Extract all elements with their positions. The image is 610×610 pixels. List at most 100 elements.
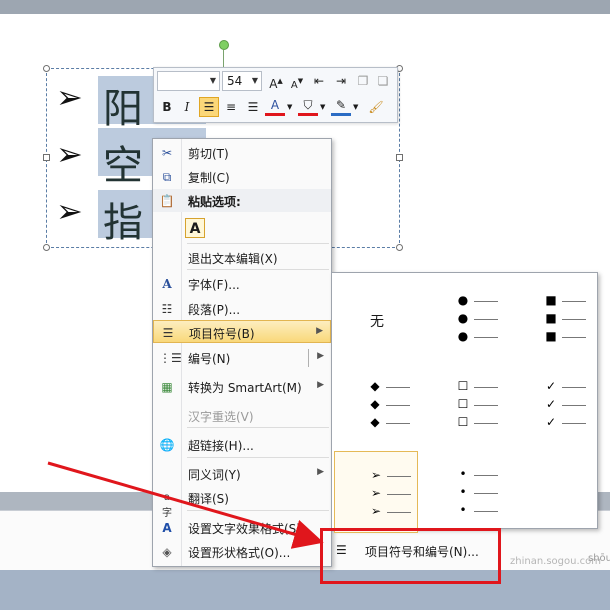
- numbering-icon: ⋮☰: [159, 351, 182, 365]
- increase-indent-button[interactable]: ⇥: [331, 71, 351, 91]
- shrink-font-button[interactable]: A▼: [287, 71, 307, 91]
- bullet-style-diamond[interactable]: ◆ ◆ ◆: [334, 361, 418, 443]
- arrange-button[interactable]: ❐: [353, 71, 373, 91]
- bullet-style-small-dot[interactable]: • • •: [422, 451, 506, 533]
- menu-item-label: 字体(F)...: [188, 278, 240, 292]
- font-color-button[interactable]: A: [265, 97, 285, 116]
- bullet-symbol: ✓: [545, 397, 557, 411]
- menu-separator: [187, 269, 329, 270]
- align-right-button[interactable]: ☰: [243, 97, 263, 117]
- bullet-style-filled-round[interactable]: ● ● ●: [422, 275, 506, 357]
- smartart-icon: ▦: [161, 380, 173, 394]
- context-menu: ✂ 剪切(T) ⧉ 复制(C) 📋 粘贴选项: A 退出文本编辑(X) A 字体…: [152, 138, 332, 567]
- resize-handle-nw[interactable]: [43, 65, 50, 72]
- chevron-down-icon[interactable]: ▼: [252, 76, 258, 85]
- bullet-style-check[interactable]: ✓ ✓ ✓: [510, 361, 594, 443]
- paste-keep-text-only-button[interactable]: A: [185, 218, 205, 238]
- bullet-text[interactable]: 阳: [103, 76, 143, 134]
- copy-icon: ⧉: [162, 170, 172, 184]
- bullet-marker: ➢: [56, 78, 83, 116]
- menu-item-shape-format[interactable]: ◈ 设置形状格式(O)...: [153, 540, 331, 563]
- menu-item-label: 设置形状格式(O)...: [188, 546, 291, 560]
- font-size-combo[interactable]: 54 ▼: [222, 71, 262, 91]
- bullet-symbol: •: [459, 503, 467, 517]
- font-size-value: 54: [227, 74, 243, 88]
- bullet-style-arrow[interactable]: ➢ ➢ ➢: [334, 451, 418, 533]
- italic-button[interactable]: I: [177, 97, 197, 117]
- chevron-down-icon[interactable]: ▼: [320, 103, 325, 111]
- submenu-arrow-icon: ▶: [317, 351, 324, 361]
- bullet-style-none[interactable]: 无: [334, 275, 418, 357]
- menu-item-label: 剪切(T): [188, 147, 229, 161]
- status-bar: [0, 570, 610, 610]
- grow-font-button[interactable]: A▲: [266, 71, 286, 91]
- menu-item-cut[interactable]: ✂ 剪切(T): [153, 141, 331, 164]
- font-name-combo[interactable]: ▼: [157, 71, 220, 91]
- menu-item-convert-smartart[interactable]: ▦ 转换为 SmartArt(M) ▶: [153, 375, 331, 398]
- scissors-icon: ✂: [161, 146, 173, 160]
- format-painter-button[interactable]: 🖌: [366, 97, 386, 117]
- chevron-down-icon[interactable]: ▼: [287, 103, 292, 111]
- annotation-highlight-box: [320, 528, 501, 584]
- bullets-icon: ☰: [162, 326, 174, 340]
- watermark-mark: shōuchē: [588, 553, 610, 564]
- menu-item-copy[interactable]: ⧉ 复制(C): [153, 165, 331, 188]
- fill-color-button[interactable]: ⛉: [298, 97, 318, 116]
- menu-separator: [187, 427, 329, 428]
- bullet-style-hollow-square[interactable]: ☐ ☐ ☐: [422, 361, 506, 443]
- menu-item-label: 退出文本编辑(X): [188, 252, 278, 266]
- resize-handle-e[interactable]: [396, 154, 403, 161]
- menu-item-label: 复制(C): [188, 171, 230, 185]
- hyperlink-icon: 🌐: [159, 438, 175, 452]
- bullet-symbol: ☐: [457, 379, 469, 393]
- bullet-none-label: 无: [370, 314, 384, 330]
- menu-item-label: 编号(N): [188, 352, 231, 366]
- resize-handle-w[interactable]: [43, 154, 50, 161]
- menu-item-label: 汉字重选(V): [188, 410, 254, 424]
- bullet-symbol: ■: [545, 293, 557, 307]
- menu-item-numbering[interactable]: ⋮☰ 编号(N) ▶: [153, 346, 331, 369]
- menu-item-font[interactable]: A 字体(F)...: [153, 272, 331, 295]
- font-icon: A: [162, 277, 172, 291]
- bullet-text[interactable]: 空: [103, 133, 143, 191]
- window-top-strip: [0, 0, 610, 14]
- menu-item-label: 同义词(Y): [188, 468, 241, 482]
- bullet-symbol: ☐: [457, 397, 469, 411]
- menu-item-bullets[interactable]: ☰ 项目符号(B) ▶: [153, 320, 331, 343]
- outline-color-button[interactable]: ✎: [331, 97, 351, 116]
- bullet-symbol: ☐: [457, 415, 469, 429]
- menu-item-translate[interactable]: a字 翻译(S): [153, 486, 331, 519]
- center-button[interactable]: ≡: [221, 97, 241, 117]
- shape-style-button[interactable]: ❏: [373, 71, 393, 91]
- menu-separator: [187, 457, 329, 458]
- chevron-down-icon[interactable]: ▼: [210, 76, 216, 85]
- bullet-symbol: ●: [457, 311, 469, 325]
- bold-button[interactable]: B: [157, 97, 177, 117]
- bullet-symbol: ✓: [545, 415, 557, 429]
- menu-separator: [187, 510, 329, 511]
- bullet-symbol: ●: [457, 329, 469, 343]
- bullet-text[interactable]: 指: [103, 190, 143, 248]
- menu-header-paste-options: 📋 粘贴选项:: [153, 189, 331, 212]
- bullet-symbol: ■: [545, 311, 557, 325]
- decrease-indent-button[interactable]: ⇤: [309, 71, 329, 91]
- bullet-symbol: ◆: [370, 379, 380, 393]
- chevron-down-icon[interactable]: ▼: [353, 103, 358, 111]
- menu-item-label: 项目符号(B): [189, 327, 255, 341]
- menu-item-text-effects[interactable]: A 设置文字效果格式(S)...: [153, 516, 331, 539]
- menu-item-label: 超链接(H)...: [188, 439, 254, 453]
- bullet-style-filled-square[interactable]: ■ ■ ■: [510, 275, 594, 357]
- bullet-symbol: ■: [545, 329, 557, 343]
- bullet-symbol: ●: [457, 293, 469, 307]
- resize-handle-sw[interactable]: [43, 244, 50, 251]
- menu-item-hyperlink[interactable]: 🌐 超链接(H)...: [153, 433, 331, 456]
- align-left-button[interactable]: ☰: [199, 97, 219, 117]
- menu-item-paragraph[interactable]: ☷ 段落(P)...: [153, 297, 331, 320]
- menu-item-label: 转换为 SmartArt(M): [188, 381, 302, 395]
- rotate-handle[interactable]: [219, 40, 229, 50]
- menu-item-exit-text-edit[interactable]: 退出文本编辑(X): [153, 246, 331, 269]
- menu-item-synonyms[interactable]: 同义词(Y) ▶: [153, 462, 331, 485]
- resize-handle-se[interactable]: [396, 244, 403, 251]
- submenu-arrow-icon: ▶: [317, 380, 324, 390]
- bullet-symbol: •: [459, 467, 467, 481]
